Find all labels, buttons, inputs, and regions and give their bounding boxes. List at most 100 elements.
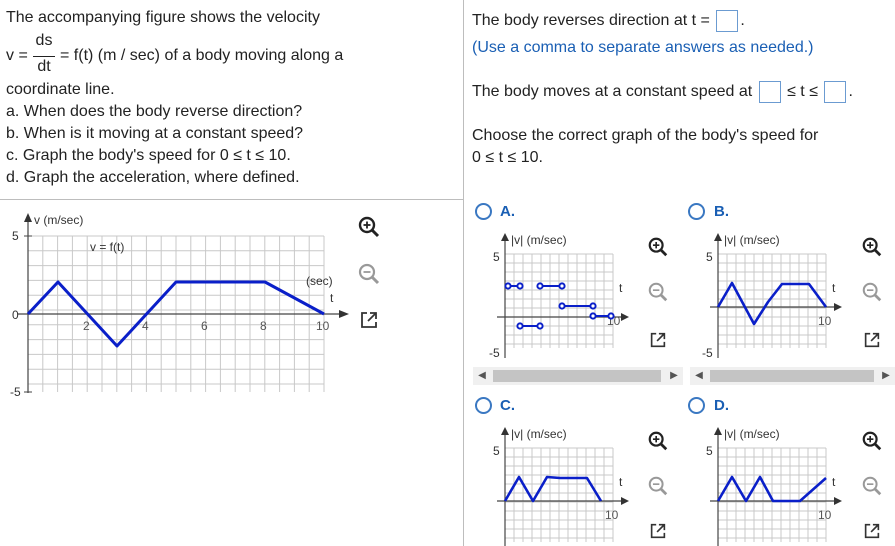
constant-question: The body moves at a constant speed at ≤ … bbox=[472, 81, 853, 103]
x-axis-var: t bbox=[330, 291, 334, 305]
constant-start-input[interactable] bbox=[758, 81, 781, 103]
option-a-ytick-bottom: -5 bbox=[489, 346, 500, 360]
ytick-label-neg5: -5 bbox=[10, 385, 21, 399]
option-b-y-arrow bbox=[714, 233, 722, 241]
zoom-out-button[interactable] bbox=[354, 259, 384, 289]
choose-line2: 0 ≤ t ≤ 10. bbox=[472, 149, 543, 166]
part-a: a. When does the body reverse direction? bbox=[6, 103, 303, 120]
option-c-letter[interactable]: C. bbox=[500, 397, 515, 414]
option-d-x-arrow bbox=[834, 497, 842, 505]
zoom-out-icon bbox=[648, 282, 668, 302]
option-row-scrollbar-left[interactable]: ◀ ▶ bbox=[473, 367, 683, 385]
option-d-radio[interactable] bbox=[688, 397, 705, 414]
option-a-radio[interactable] bbox=[475, 203, 492, 220]
popout-button[interactable] bbox=[354, 305, 384, 335]
option-b-ytick-top: 5 bbox=[706, 250, 713, 264]
option-b-xtick: 10 bbox=[818, 314, 832, 328]
xtick-label-4: 4 bbox=[142, 319, 149, 333]
popout-icon bbox=[650, 332, 666, 348]
scroll-left-icon[interactable]: ◀ bbox=[475, 368, 489, 384]
curve-label: v = f(t) bbox=[90, 240, 124, 254]
option-d-xtick: 10 bbox=[818, 508, 832, 522]
y-axis-label: v (m/sec) bbox=[34, 213, 83, 227]
problem-intro: The accompanying figure shows the veloci… bbox=[6, 9, 320, 26]
constant-end-input[interactable] bbox=[824, 81, 847, 103]
option-c-ytick-top: 5 bbox=[493, 444, 500, 458]
option-d-zoom-out[interactable] bbox=[857, 471, 887, 501]
option-b-graph: |v| (m/sec) 5 -5 t 10 bbox=[702, 233, 842, 360]
option-c-xtick: 10 bbox=[605, 508, 619, 522]
velocity-eq-right: = f(t) (m / sec) of a body moving along … bbox=[60, 47, 344, 64]
option-b-letter[interactable]: B. bbox=[714, 203, 729, 220]
zoom-out-icon bbox=[648, 476, 668, 496]
frac-bar bbox=[33, 56, 55, 57]
zoom-out-icon bbox=[358, 263, 380, 285]
option-b-zoom-out[interactable] bbox=[857, 277, 887, 307]
option-a-grid bbox=[504, 253, 614, 348]
option-d-y-arrow bbox=[714, 427, 722, 435]
velocity-eq-left: v = bbox=[6, 47, 28, 64]
option-b-zoom-in[interactable] bbox=[857, 232, 887, 262]
constant-suffix: . bbox=[848, 83, 853, 101]
option-c-y-arrow bbox=[501, 427, 509, 435]
scroll-right-icon[interactable]: ▶ bbox=[879, 368, 893, 384]
option-b-xvar: t bbox=[832, 281, 836, 295]
part-b: b. When is it moving at a constant speed… bbox=[6, 125, 304, 142]
option-d-grid bbox=[717, 447, 827, 542]
option-a-xvar: t bbox=[619, 281, 623, 295]
option-a-zoom-out[interactable] bbox=[643, 277, 673, 307]
option-a-ylabel: |v| (m/sec) bbox=[511, 233, 567, 247]
frac-numerator: ds bbox=[35, 32, 53, 49]
option-c-radio[interactable] bbox=[475, 397, 492, 414]
option-c-zoom-in[interactable] bbox=[643, 426, 673, 456]
popout-icon bbox=[864, 332, 880, 348]
option-b-ytick-bottom: -5 bbox=[702, 346, 713, 360]
ytick-label-5: 5 bbox=[12, 229, 19, 243]
option-b-grid bbox=[717, 253, 827, 348]
option-d-graph: |v| (m/sec) 5 t 10 bbox=[706, 427, 842, 546]
option-a-letter[interactable]: A. bbox=[500, 203, 515, 220]
option-b-ylabel: |v| (m/sec) bbox=[724, 233, 780, 247]
zoom-out-icon bbox=[862, 476, 882, 496]
scroll-thumb-left[interactable] bbox=[493, 370, 661, 382]
option-d-ylabel: |v| (m/sec) bbox=[724, 427, 780, 441]
scroll-left-icon[interactable]: ◀ bbox=[692, 368, 706, 384]
frac-denominator: dt bbox=[37, 58, 51, 75]
option-c-popout[interactable] bbox=[643, 516, 673, 546]
time-unit-label: (sec) bbox=[306, 274, 333, 288]
option-row-scrollbar-right[interactable]: ◀ ▶ bbox=[690, 367, 895, 385]
zoom-in-button[interactable] bbox=[354, 212, 384, 242]
x-axis-arrow bbox=[339, 310, 349, 318]
reverse-answer-input[interactable] bbox=[716, 10, 739, 32]
part-c: c. Graph the body's speed for 0 ≤ t ≤ 10… bbox=[6, 147, 291, 164]
option-d-letter[interactable]: D. bbox=[714, 397, 729, 414]
option-a-zoom-in[interactable] bbox=[643, 232, 673, 262]
option-c-x-arrow bbox=[621, 497, 629, 505]
option-b-popout[interactable] bbox=[857, 325, 887, 355]
popout-icon bbox=[650, 523, 666, 539]
option-c-zoom-out[interactable] bbox=[643, 471, 673, 501]
reverse-question: The body reverses direction at t = . bbox=[472, 10, 745, 32]
option-d-zoom-in[interactable] bbox=[857, 426, 887, 456]
option-c-xvar: t bbox=[619, 475, 623, 489]
choose-line1: Choose the correct graph of the body's s… bbox=[472, 127, 819, 144]
option-b-x-arrow bbox=[834, 303, 842, 311]
xtick-label-10: 10 bbox=[316, 319, 330, 333]
left-divider bbox=[0, 199, 463, 200]
option-a-y-arrow bbox=[501, 233, 509, 241]
xtick-label-6: 6 bbox=[201, 319, 208, 333]
option-a-ytick-top: 5 bbox=[493, 250, 500, 264]
y-axis-arrow bbox=[24, 213, 32, 222]
option-a-popout[interactable] bbox=[643, 325, 673, 355]
xtick-label-2: 2 bbox=[83, 319, 90, 333]
scroll-thumb-right[interactable] bbox=[710, 370, 874, 382]
option-b-radio[interactable] bbox=[688, 203, 705, 220]
option-c-graph: |v| (m/sec) 5 t 10 bbox=[493, 427, 629, 546]
option-d-popout[interactable] bbox=[857, 516, 887, 546]
zoom-out-icon bbox=[862, 282, 882, 302]
option-a-graph: |v| (m/sec) 5 -5 t 10 bbox=[489, 233, 629, 360]
velocity-graph: v (m/sec) 5 0 -5 2 4 6 8 10 v = f(t) (se… bbox=[10, 213, 349, 399]
zoom-in-icon bbox=[358, 216, 380, 238]
scroll-right-icon[interactable]: ▶ bbox=[667, 368, 681, 384]
part-d: d. Graph the acceleration, where defined… bbox=[6, 169, 300, 186]
